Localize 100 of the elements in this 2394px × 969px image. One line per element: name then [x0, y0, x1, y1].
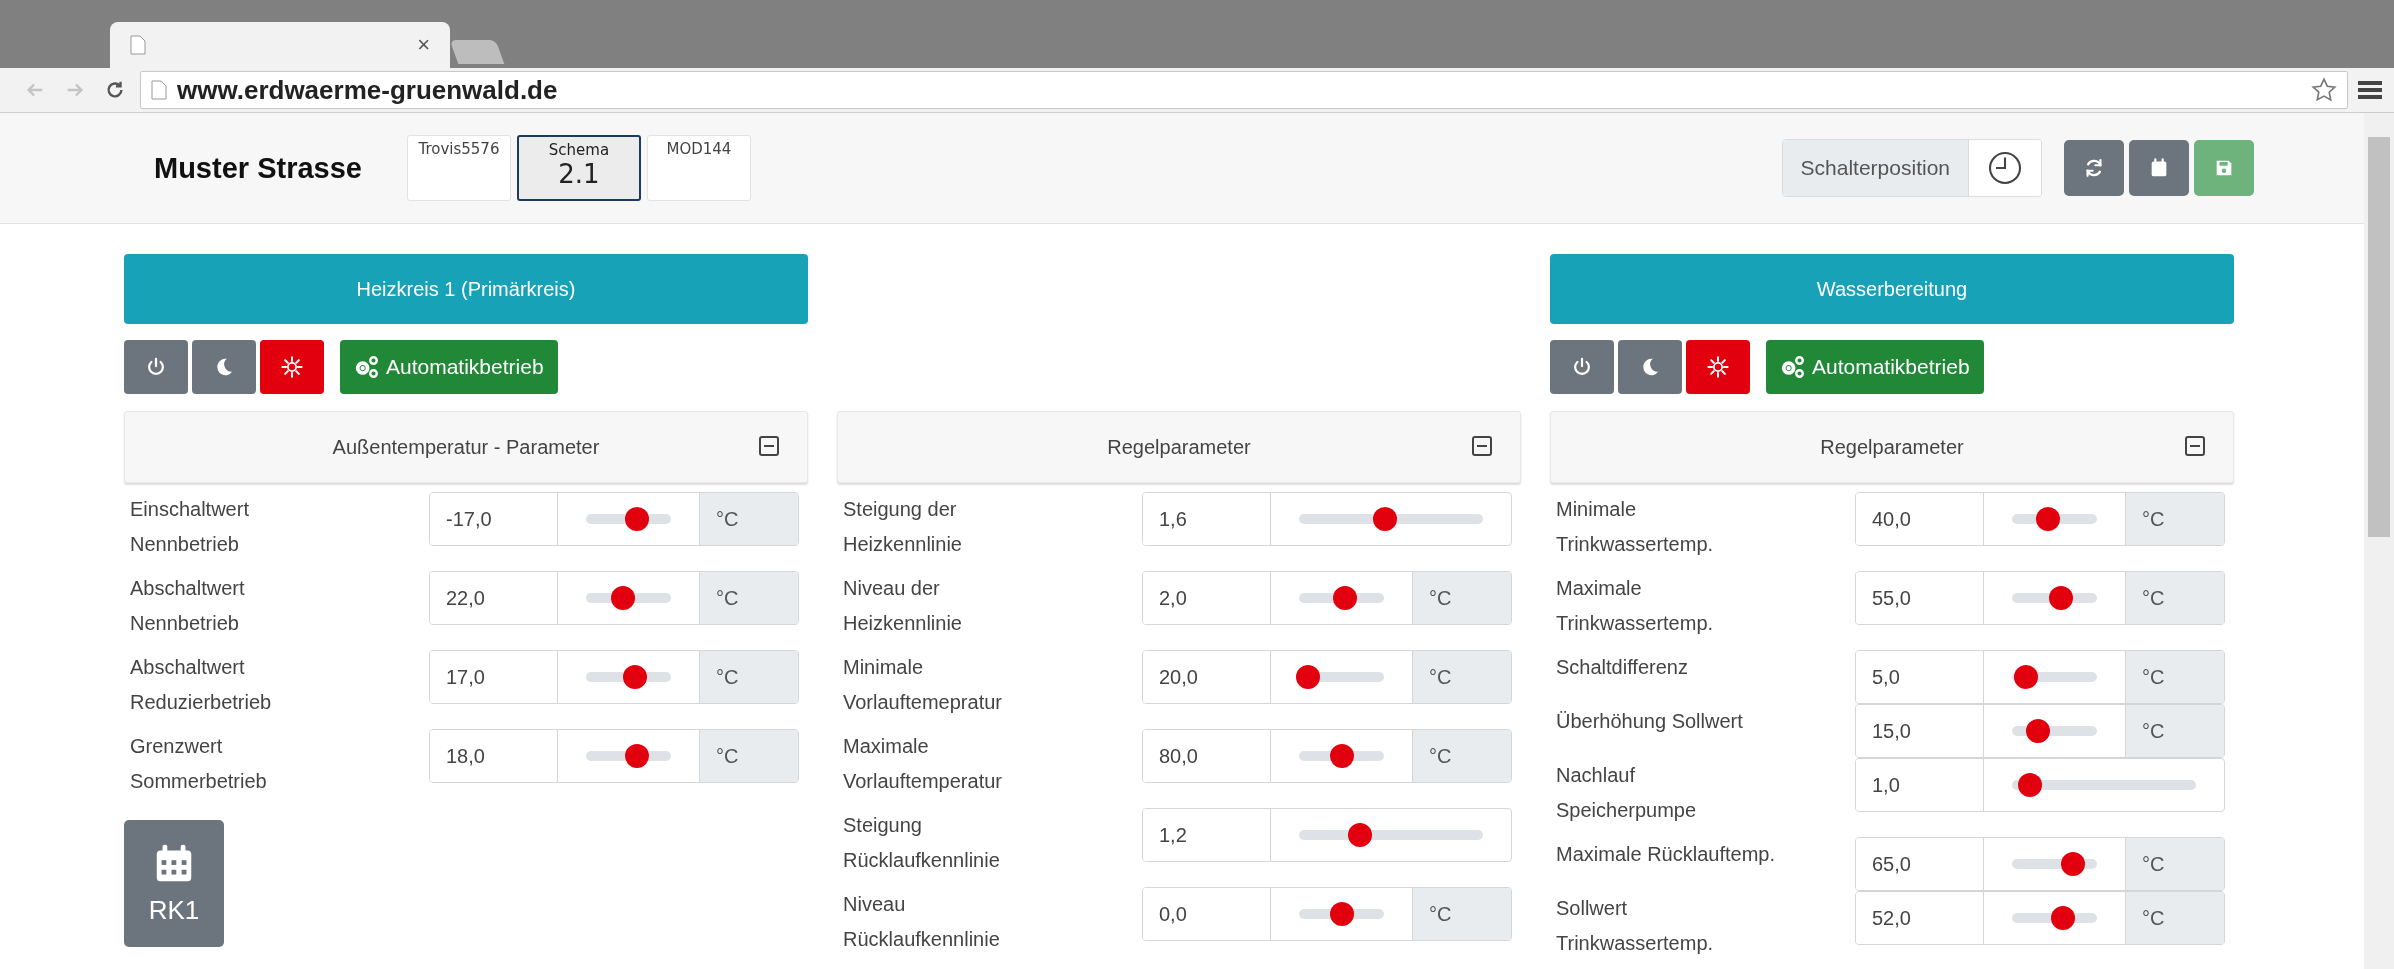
parameter-input-group[interactable]: 17,0 °C — [429, 650, 799, 704]
unit-label: °C — [1412, 888, 1511, 940]
value-field[interactable]: 55,0 — [1856, 572, 1984, 624]
collapse-button[interactable] — [1472, 436, 1492, 456]
site-title: Muster Strasse — [154, 151, 362, 185]
unit-label: °C — [2125, 892, 2224, 944]
power-mode-button[interactable] — [124, 340, 188, 394]
value-field[interactable]: 52,0 — [1856, 892, 1984, 944]
menu-icon[interactable] — [2358, 79, 2382, 101]
parameter-label: Niveau der Heizkennlinie — [842, 576, 963, 636]
slider-thumb[interactable] — [2013, 665, 2038, 689]
unit-label: °C — [699, 493, 798, 545]
auto-mode-button[interactable]: Automatikbetrieb — [340, 340, 558, 394]
parameter-label: Maximale Rücklauftemp. — [1555, 842, 1776, 867]
page-icon — [151, 80, 167, 100]
star-icon[interactable] — [2311, 77, 2337, 103]
gears-icon — [1780, 354, 1806, 380]
clock-icon — [1987, 150, 2023, 186]
switch-position-label: Schalterposition — [1782, 140, 1969, 196]
value-field[interactable]: 1,6 — [1143, 493, 1271, 545]
device-tab[interactable]: MOD144 — [646, 135, 751, 201]
slider-thumb[interactable] — [2049, 586, 2074, 610]
scrollbar[interactable] — [2364, 113, 2394, 969]
clock-button[interactable] — [1969, 140, 2041, 196]
slider-thumb[interactable] — [625, 744, 649, 768]
auto-mode-button[interactable]: Automatikbetrieb — [1766, 340, 1984, 394]
value-field[interactable]: -17,0 — [430, 493, 558, 545]
parameter-label: Nachlauf Speicherpumpe — [1555, 763, 1698, 823]
tab-close-button[interactable]: × — [417, 32, 430, 58]
power-mode-button[interactable] — [1550, 340, 1614, 394]
slider-thumb[interactable] — [611, 586, 636, 610]
value-field[interactable]: 2,0 — [1143, 572, 1271, 624]
parameter-input-group[interactable]: 15,0 °C — [1855, 704, 2225, 758]
unit-label: °C — [699, 572, 798, 624]
slider-thumb[interactable] — [2025, 719, 2050, 743]
value-field[interactable]: 22,0 — [430, 572, 558, 624]
value-field[interactable]: 1,0 — [1856, 759, 1984, 811]
slider-thumb[interactable] — [1296, 665, 1321, 689]
slider-thumb[interactable] — [1329, 902, 1354, 926]
browser-tab[interactable]: × — [110, 22, 450, 68]
slider-thumb[interactable] — [1347, 823, 1372, 847]
value-field[interactable]: 20,0 — [1143, 651, 1271, 703]
parameter-input-group[interactable]: 65,0 °C — [1855, 837, 2225, 891]
value-field[interactable]: 17,0 — [430, 651, 558, 703]
parameter-input-group[interactable]: 1,6 — [1142, 492, 1512, 546]
power-icon — [145, 356, 167, 378]
value-field[interactable]: 80,0 — [1143, 730, 1271, 782]
parameter-label: Steigung der Heizkennlinie — [842, 497, 963, 557]
value-field[interactable]: 15,0 — [1856, 705, 1984, 757]
slider-thumb[interactable] — [2035, 507, 2060, 531]
device-tab[interactable]: Trovis5576 — [406, 135, 511, 201]
slider-thumb[interactable] — [2061, 852, 2086, 876]
address-bar[interactable]: www.erdwaerme-gruenwald.de — [140, 71, 2348, 109]
parameter-label: Sollwert Trinkwassertemp. — [1555, 896, 1715, 956]
value-field[interactable]: 0,0 — [1143, 888, 1271, 940]
value-field[interactable]: 18,0 — [430, 730, 558, 782]
parameter-input-group[interactable]: 1,2 — [1142, 808, 1512, 862]
parameter-label: Überhöhung Sollwert — [1555, 709, 1744, 734]
parameter-input-group[interactable]: 2,0 °C — [1142, 571, 1512, 625]
day-mode-button[interactable] — [1686, 340, 1750, 394]
parameter-label: Schaltdifferenz — [1555, 655, 1689, 680]
parameter-label: Minimale Vorlauftemepratur — [842, 655, 1003, 715]
value-field[interactable]: 40,0 — [1856, 493, 1984, 545]
slider-thumb[interactable] — [625, 507, 649, 531]
value-field[interactable]: 65,0 — [1856, 838, 1984, 890]
parameter-input-group[interactable]: 20,0 °C — [1142, 650, 1512, 704]
slider-thumb[interactable] — [1330, 744, 1355, 768]
parameter-input-group[interactable]: -17,0 °C — [429, 492, 799, 546]
parameter-input-group[interactable]: 0,0 °C — [1142, 887, 1512, 941]
slider-thumb[interactable] — [2051, 906, 2075, 930]
parameter-input-group[interactable]: 40,0 °C — [1855, 492, 2225, 546]
calendar-button[interactable] — [2129, 140, 2189, 196]
value-field[interactable]: 5,0 — [1856, 651, 1984, 703]
panel-title: Regelparameter — [1107, 435, 1251, 459]
day-mode-button[interactable] — [260, 340, 324, 394]
parameter-input-group[interactable]: 1,0 — [1855, 758, 2225, 812]
slider-thumb[interactable] — [2018, 773, 2043, 797]
parameter-input-group[interactable]: 80,0 °C — [1142, 729, 1512, 783]
unit-label: °C — [1412, 651, 1511, 703]
collapse-button[interactable] — [2185, 436, 2205, 456]
gears-icon — [354, 354, 380, 380]
slider-thumb[interactable] — [1332, 586, 1357, 610]
collapse-button[interactable] — [759, 436, 779, 456]
parameter-input-group[interactable]: 55,0 °C — [1855, 571, 2225, 625]
refresh-button[interactable] — [2064, 140, 2124, 196]
parameter-input-group[interactable]: 52,0 °C — [1855, 891, 2225, 945]
parameter-input-group[interactable]: 18,0 °C — [429, 729, 799, 783]
parameter-label: Maximale Vorlauftemperatur — [842, 734, 1003, 794]
night-mode-button[interactable] — [192, 340, 256, 394]
slider-thumb[interactable] — [1373, 507, 1398, 531]
parameter-input-group[interactable]: 22,0 °C — [429, 571, 799, 625]
save-button[interactable] — [2194, 140, 2254, 196]
device-tab[interactable]: Schema 2.1 — [516, 135, 641, 201]
parameter-input-group[interactable]: 5,0 °C — [1855, 650, 2225, 704]
unit-label: °C — [699, 651, 798, 703]
schedule-button[interactable]: RK1 — [124, 820, 224, 947]
parameter-label: Abschaltwert Reduzierbetrieb — [129, 655, 273, 715]
slider-thumb[interactable] — [623, 665, 648, 689]
value-field[interactable]: 1,2 — [1143, 809, 1271, 861]
night-mode-button[interactable] — [1618, 340, 1682, 394]
